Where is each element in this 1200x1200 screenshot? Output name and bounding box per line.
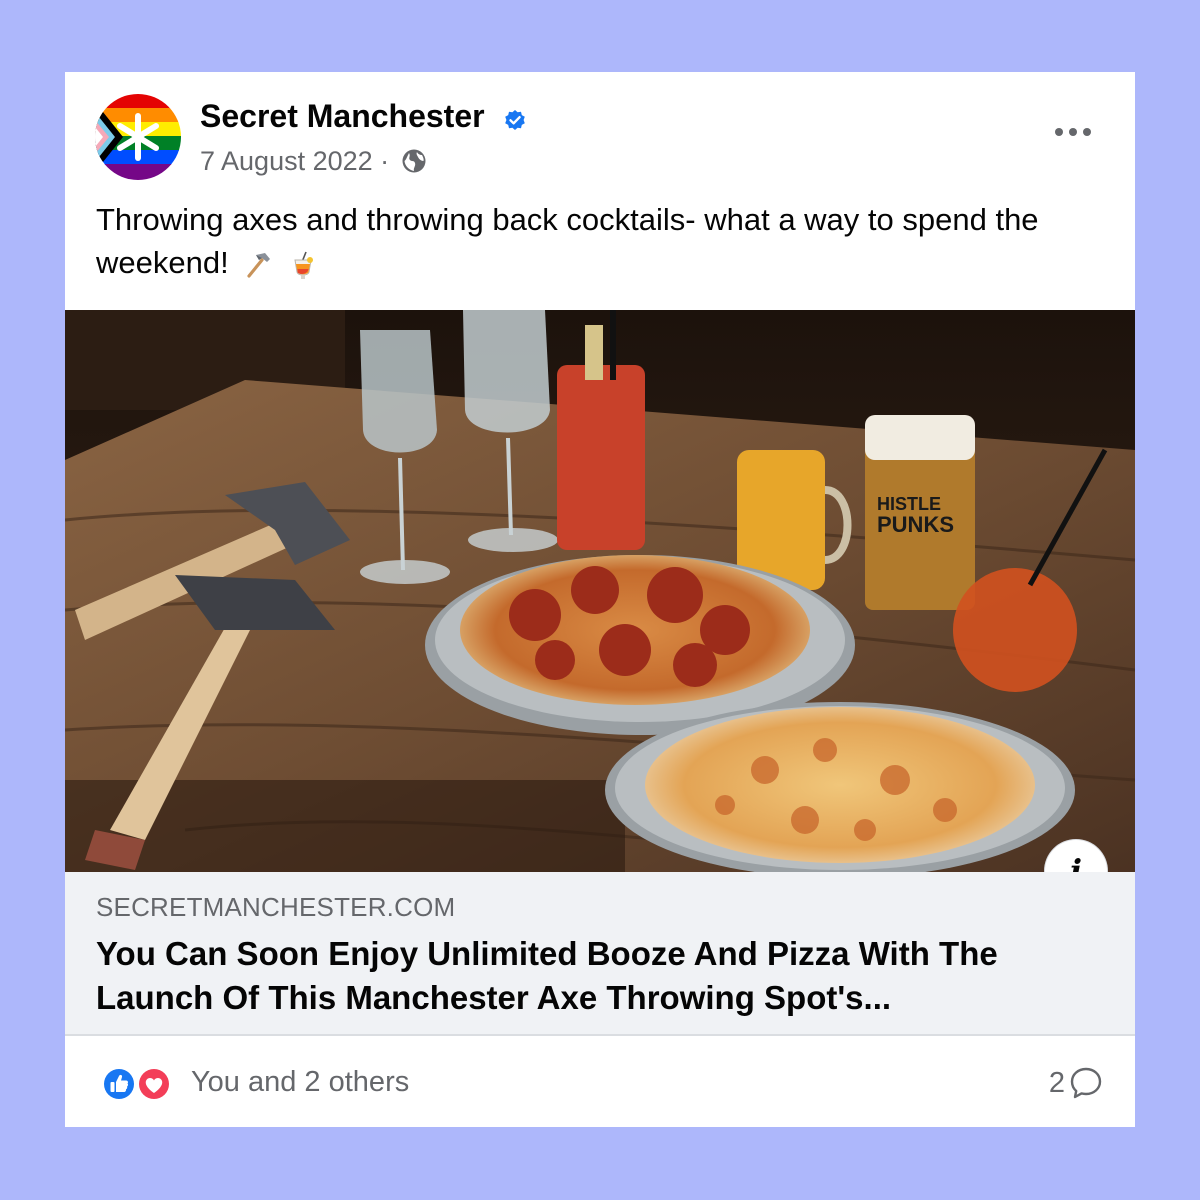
post-header: Secret Manchester 7 August 2022 ·	[95, 94, 1105, 184]
more-options-icon[interactable]	[1053, 124, 1093, 140]
cocktail-icon	[288, 248, 318, 279]
comment-count: 2	[1048, 1066, 1065, 1099]
post-caption: Throwing axes and throwing back cocktail…	[96, 198, 1086, 284]
caption-text: Throwing axes and throwing back cocktail…	[96, 202, 1039, 280]
page-name[interactable]: Secret Manchester	[200, 98, 527, 135]
page-name-text[interactable]: Secret Manchester	[200, 98, 485, 134]
link-preview[interactable]: SECRETMANCHESTER.COM You Can Soon Enjoy …	[65, 872, 1135, 1036]
post-card: Secret Manchester 7 August 2022 · Throwi…	[65, 72, 1135, 1127]
verified-badge-icon	[503, 104, 527, 130]
reactions-summary[interactable]: You and 2 others	[191, 1066, 409, 1099]
svg-text:HISTLE: HISTLE	[877, 494, 941, 514]
svg-text:PUNKS: PUNKS	[877, 512, 954, 537]
link-domain: SECRETMANCHESTER.COM	[96, 892, 456, 922]
globe-icon[interactable]	[401, 148, 427, 174]
engagement-bar: You and 2 others 2	[65, 1036, 1135, 1127]
link-headline[interactable]: You Can Soon Enjoy Unlimited Booze And P…	[96, 932, 1096, 1020]
reaction-icons[interactable]	[98, 1065, 178, 1103]
page-avatar[interactable]	[95, 94, 181, 180]
link-preview-image[interactable]: HISTLE PUNKS	[65, 310, 1135, 872]
post-meta: 7 August 2022 ·	[200, 146, 427, 177]
post-date[interactable]: 7 August 2022	[200, 146, 373, 176]
hammer-icon	[243, 248, 273, 278]
comment-icon	[1070, 1067, 1102, 1099]
meta-separator: ·	[380, 146, 390, 176]
comment-count-link[interactable]: 2	[1049, 1066, 1103, 1100]
